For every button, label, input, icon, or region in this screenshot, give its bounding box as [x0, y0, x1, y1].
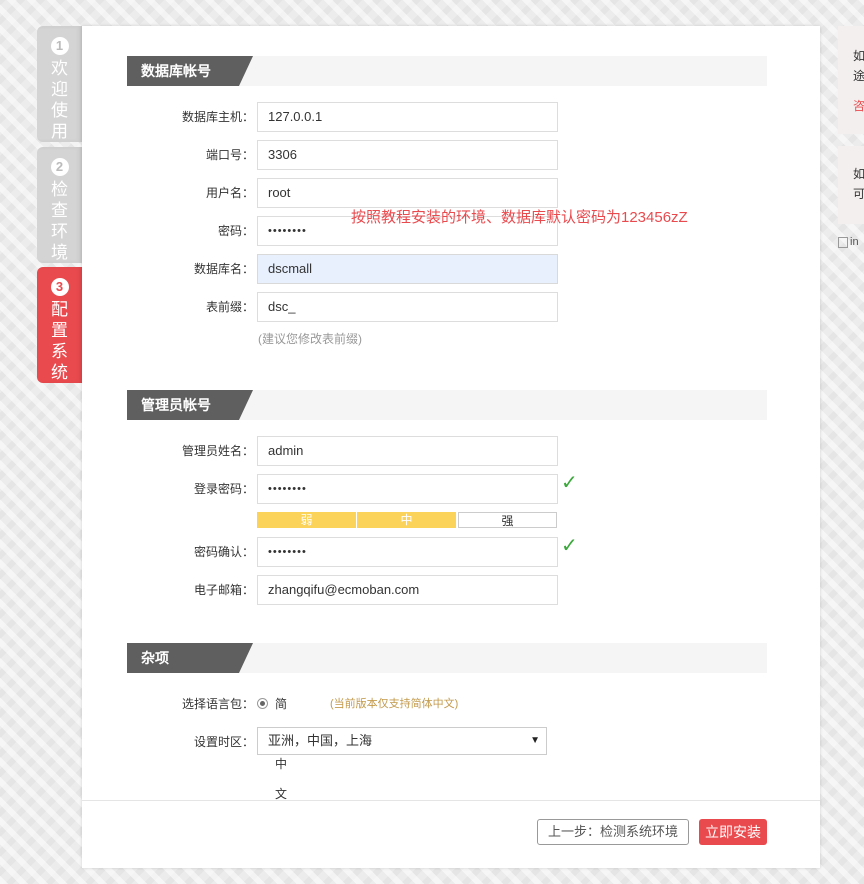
db-user-input[interactable]: root — [257, 178, 558, 208]
step-config-system[interactable]: 3 配置系统 — [37, 267, 88, 383]
step-number: 1 — [50, 37, 69, 55]
section-title: 杂项 — [127, 643, 253, 673]
side-link[interactable]: 咨 — [853, 96, 864, 116]
section-title: 数据库帐号 — [127, 56, 253, 86]
step-label: 检查环境 — [51, 180, 68, 263]
strength-medium: 中 — [357, 512, 456, 528]
lang-note: (当前版本仅支持简体中文) — [330, 698, 459, 710]
db-name-input[interactable]: dscmall — [257, 254, 558, 284]
admin-section-header: 管理员帐号 — [127, 390, 767, 420]
db-port-label: 端口号： — [205, 148, 254, 162]
db-section-header: 数据库帐号 — [127, 56, 767, 86]
admin-confirm-label: 密码确认： — [193, 545, 254, 559]
lang-label: 选择语言包： — [181, 697, 254, 711]
side-notice-2: 如 可 — [838, 146, 864, 224]
timezone-value: 亚洲，中国，上海 — [268, 733, 373, 748]
footer-divider — [82, 800, 820, 801]
valid-check-icon: ✓ — [561, 472, 578, 494]
step-number: 2 — [50, 158, 69, 176]
dropdown-arrow-icon: ▼ — [530, 735, 540, 746]
side-text: 途 — [853, 69, 864, 83]
valid-check-icon: ✓ — [561, 535, 578, 557]
admin-confirm-input[interactable]: •••••••• — [257, 537, 558, 567]
db-host-input[interactable]: 127.0.0.1 — [257, 102, 558, 132]
broken-image-icon — [838, 236, 848, 248]
timezone-label: 设置时区： — [193, 735, 254, 749]
install-button[interactable]: 立即安装 — [699, 819, 767, 845]
misc-section-header: 杂项 — [127, 643, 767, 673]
admin-email-input[interactable]: zhangqifu@ecmoban.com — [257, 575, 558, 605]
step-welcome[interactable]: 1 欢迎使用 — [37, 26, 82, 142]
side-text: 如 — [853, 49, 864, 63]
install-config-panel: 数据库帐号 数据库主机： 127.0.0.1 端口号： 3306 用户名： ro… — [82, 26, 820, 868]
admin-name-label: 管理员姓名： — [181, 444, 254, 458]
db-prefix-input[interactable]: dsc_ — [257, 292, 558, 322]
prev-step-button[interactable]: 上一步：检测系统环境 — [537, 819, 689, 845]
db-prefix-note: (建议您修改表前缀) — [258, 332, 362, 346]
section-title: 管理员帐号 — [127, 390, 253, 420]
password-strength-meter: 弱 中 强 — [257, 512, 558, 528]
db-password-hint: 按照教程安装的环境、数据库默认密码为123456zZ — [351, 209, 688, 226]
db-name-label: 数据库名： — [193, 262, 254, 276]
db-host-label: 数据库主机： — [181, 110, 254, 124]
db-password-label: 密码： — [217, 224, 254, 238]
step-label: 欢迎使用 — [51, 59, 68, 142]
side-text: 如 — [853, 167, 864, 181]
step-label: 配置系统 — [51, 300, 68, 383]
db-port-input[interactable]: 3306 — [257, 140, 558, 170]
broken-image-alt: in — [850, 236, 859, 248]
lang-radio[interactable] — [257, 698, 268, 709]
strength-strong: 强 — [458, 512, 557, 528]
admin-password-input[interactable]: •••••••• — [257, 474, 558, 504]
admin-password-label: 登录密码： — [193, 482, 254, 496]
timezone-select[interactable]: 亚洲，中国，上海 ▼ — [257, 727, 547, 755]
broken-image: in — [838, 236, 864, 252]
side-text: 可 — [853, 187, 864, 201]
strength-weak: 弱 — [257, 512, 356, 528]
db-prefix-label: 表前缀： — [205, 300, 254, 314]
db-user-label: 用户名： — [205, 186, 254, 200]
step-check-env[interactable]: 2 检查环境 — [37, 147, 82, 263]
step-number: 3 — [50, 278, 69, 296]
admin-email-label: 电子邮箱： — [193, 583, 254, 597]
side-notice-1: 如 途 咨 — [838, 26, 864, 134]
admin-name-input[interactable]: admin — [257, 436, 558, 466]
